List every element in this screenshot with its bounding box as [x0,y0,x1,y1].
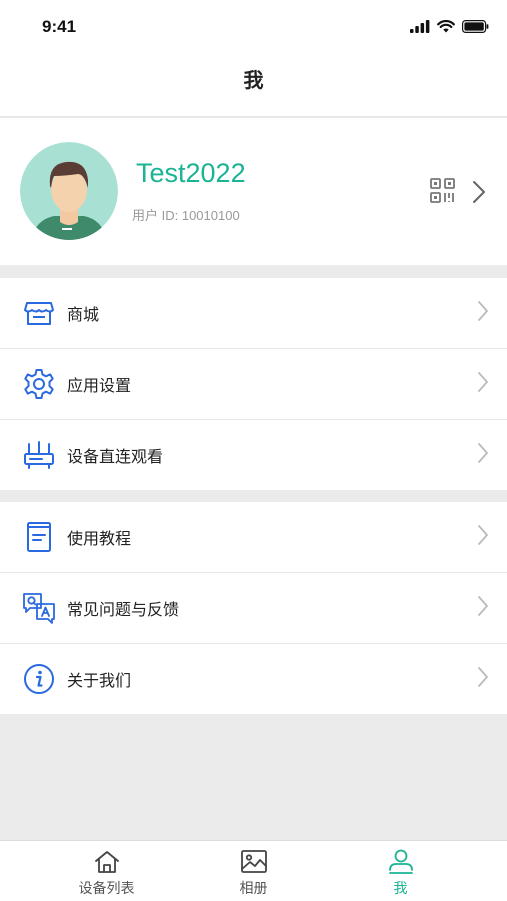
chevron-right-icon [477,300,489,326]
tab-label-device-list: 设备列表 [78,881,135,897]
menu-label-direct-connect: 设备直连观看 [67,447,164,466]
status-bar: 9:41 [0,0,507,56]
tab-me[interactable]: 我 [316,841,485,901]
chevron-right-icon [477,442,489,468]
menu-group-1: 商城 应用设置 设备直连观看 [0,278,507,490]
page-title: 我 [243,68,264,92]
chevron-right-icon[interactable] [472,180,486,208]
image-icon [240,849,268,879]
home-icon [93,849,121,879]
tab-device-list[interactable]: 设备列表 [22,841,191,901]
menu-item-direct-connect[interactable]: 设备直连观看 [0,420,507,490]
avatar[interactable] [20,142,118,240]
chevron-right-icon [477,666,489,692]
battery-icon [462,18,489,37]
qa-icon [22,591,56,625]
tab-label-me: 我 [393,881,408,897]
profile-card[interactable]: Test2022 用户 ID: 10010100 [0,118,507,265]
menu-item-faq-feedback[interactable]: 常见问题与反馈 [0,573,507,644]
router-icon [22,438,56,472]
menu-item-store[interactable]: 商城 [0,278,507,349]
qr-code-icon[interactable] [430,178,456,208]
signal-icon [410,18,430,37]
menu-label-faq-feedback: 常见问题与反馈 [67,600,180,619]
status-icons [410,18,489,37]
user-id: 用户 ID: 10010100 [132,208,240,223]
info-icon [22,662,56,696]
chevron-right-icon [477,371,489,397]
tab-bar: 设备列表 相册 我 [0,840,507,901]
book-icon [22,520,56,554]
nav-bar: 我 [0,56,507,117]
menu-label-about-us: 关于我们 [67,671,132,690]
tab-label-album: 相册 [239,881,268,897]
menu-item-app-settings[interactable]: 应用设置 [0,349,507,420]
gear-icon [22,367,56,401]
menu-label-app-settings: 应用设置 [67,376,132,395]
menu-item-tutorial[interactable]: 使用教程 [0,502,507,573]
menu-group-2: 使用教程 常见问题与反馈 关于我们 [0,502,507,714]
chevron-right-icon [477,524,489,550]
person-icon [387,849,415,879]
tab-album[interactable]: 相册 [169,841,338,901]
menu-label-tutorial: 使用教程 [67,529,132,548]
menu-label-store: 商城 [67,305,100,324]
username: Test2022 [136,158,246,188]
wifi-icon [437,18,455,37]
menu-item-about-us[interactable]: 关于我们 [0,644,507,714]
status-time: 9:41 [42,17,77,36]
chevron-right-icon [477,595,489,621]
store-icon [22,296,56,330]
